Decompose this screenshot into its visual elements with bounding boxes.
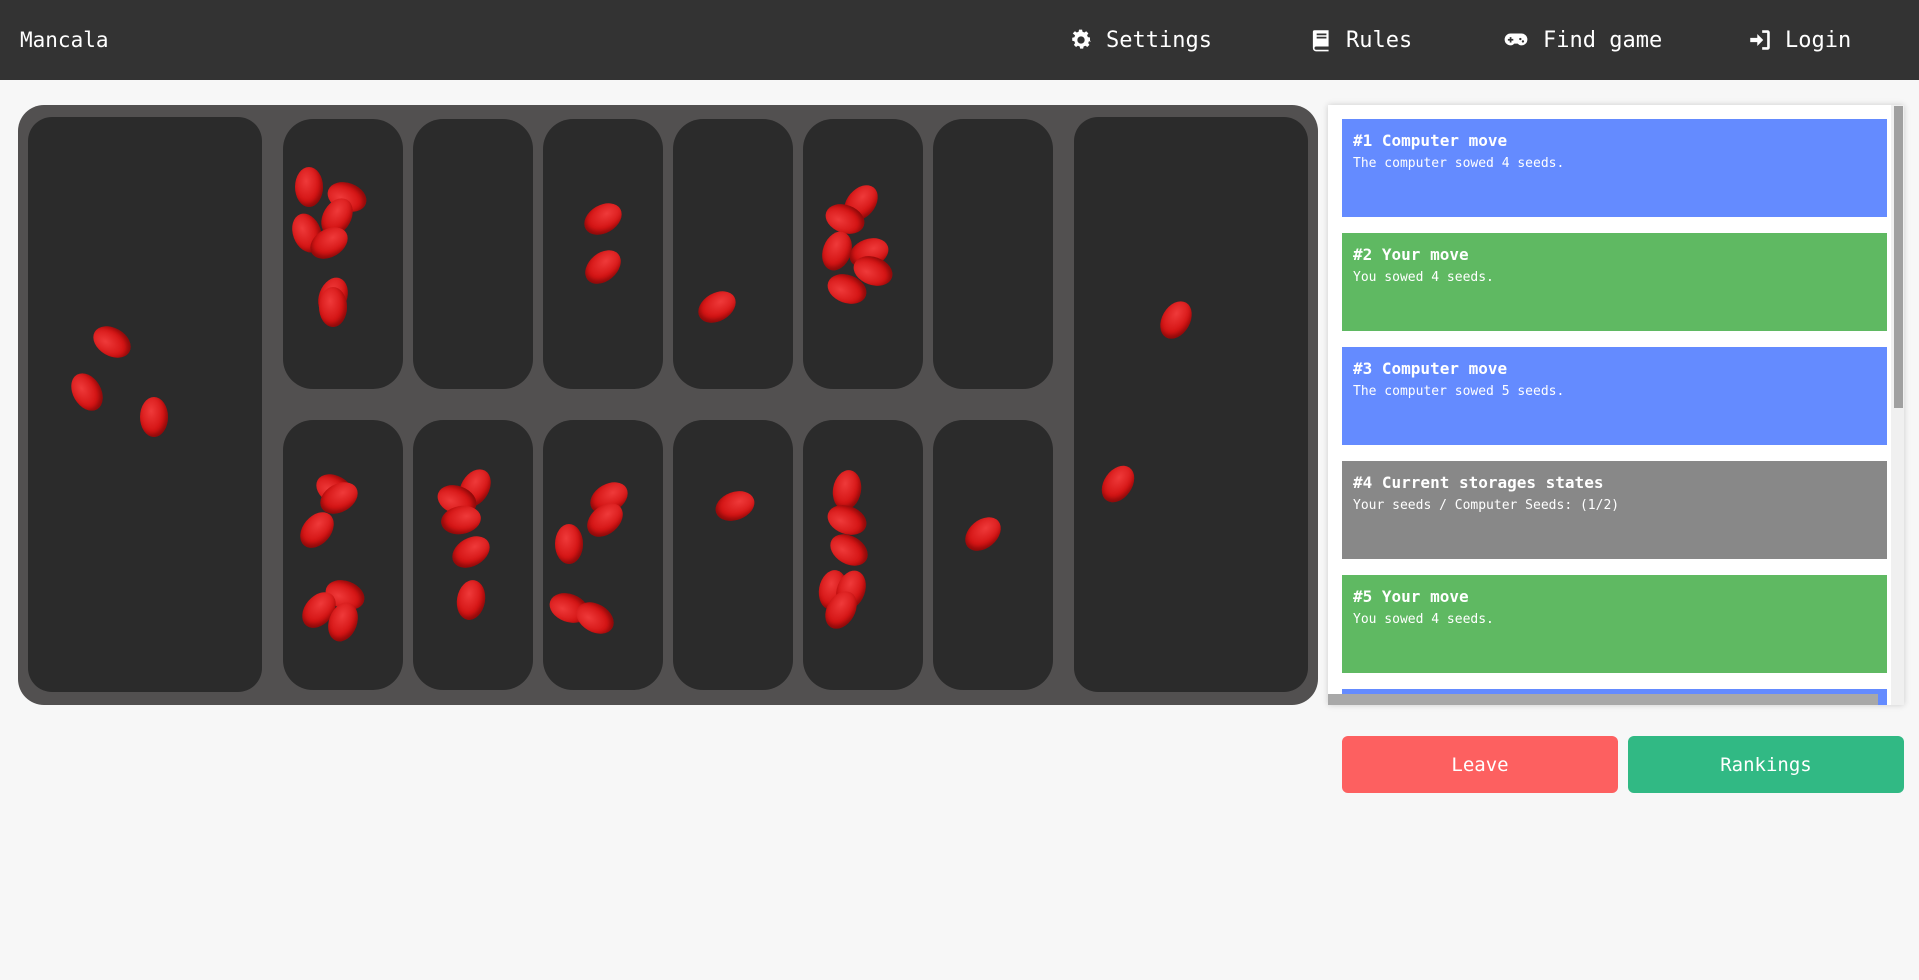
seed	[958, 510, 1008, 558]
nav-login-label: Login	[1785, 27, 1852, 53]
log-entry: #3 Computer move The computer sowed 5 se…	[1342, 347, 1887, 445]
pit-bottom-6[interactable]	[933, 420, 1053, 690]
log-entry-text: You sowed 4 seeds.	[1353, 270, 1494, 285]
pit-bottom-4[interactable]	[673, 420, 793, 690]
log-entry: #4 Current storages states Your seeds / …	[1342, 461, 1887, 559]
top-navbar: Mancala Settings Rules Find game Login	[0, 0, 1919, 80]
log-entry-title: #3 Computer move	[1353, 359, 1508, 378]
nav-rules-label: Rules	[1346, 27, 1413, 53]
seed	[578, 196, 628, 242]
rankings-button[interactable]: Rankings	[1628, 736, 1904, 793]
log-entry: #5 Your move You sowed 4 seeds.	[1342, 575, 1887, 673]
pit-top-5[interactable]	[803, 119, 923, 389]
move-log[interactable]: #1 Computer move The computer sowed 4 se…	[1328, 105, 1904, 705]
log-entry-text: The computer sowed 5 seeds.	[1353, 384, 1565, 399]
seed	[446, 529, 496, 575]
seed	[1153, 295, 1199, 345]
pit-top-3[interactable]	[543, 119, 663, 389]
pit-bottom-1[interactable]	[283, 420, 403, 690]
log-entry-title: #1 Computer move	[1353, 131, 1508, 150]
seed	[711, 486, 759, 526]
nav-rules[interactable]: Rules	[1308, 0, 1412, 80]
store-right[interactable]	[1074, 117, 1308, 692]
log-horizontal-scrollbar[interactable]	[1328, 694, 1878, 705]
app-brand[interactable]: Mancala	[20, 0, 109, 80]
nav-find-game-label: Find game	[1543, 27, 1663, 53]
pit-top-1[interactable]	[283, 119, 403, 389]
nav-find-game[interactable]: Find game	[1501, 0, 1662, 80]
log-entry-text: Your seeds / Computer Seeds: (1/2)	[1353, 498, 1620, 513]
seed	[453, 577, 489, 623]
mancala-board	[18, 105, 1318, 705]
pit-bottom-2[interactable]	[413, 420, 533, 690]
nav-settings[interactable]: Settings	[1068, 0, 1212, 80]
log-entry: #2 Your move You sowed 4 seeds.	[1342, 233, 1887, 331]
gear-icon	[1072, 29, 1092, 49]
seed	[1095, 459, 1141, 509]
log-vertical-scrollbar[interactable]	[1891, 105, 1904, 705]
seed	[578, 243, 628, 291]
seed	[64, 367, 110, 417]
pit-bottom-5[interactable]	[803, 420, 923, 690]
pit-top-6[interactable]	[933, 119, 1053, 389]
gamepad-icon	[1504, 33, 1528, 46]
seed	[824, 527, 874, 573]
log-entry-text: The computer sowed 4 seeds.	[1353, 156, 1565, 171]
log-entry-title: #4 Current storages states	[1353, 473, 1604, 492]
book-icon	[1312, 30, 1329, 52]
leave-button[interactable]: Leave	[1342, 736, 1618, 793]
seed	[319, 287, 347, 327]
pit-top-4[interactable]	[673, 119, 793, 389]
seed	[295, 167, 323, 207]
nav-settings-label: Settings	[1106, 27, 1212, 53]
log-entry: #1 Computer move The computer sowed 4 se…	[1342, 119, 1887, 217]
seed	[555, 524, 583, 564]
pit-top-2[interactable]	[413, 119, 533, 389]
sign-in-icon	[1750, 30, 1770, 50]
nav-login[interactable]: Login	[1747, 0, 1851, 80]
seed	[692, 284, 742, 330]
log-scroll-thumb[interactable]	[1894, 106, 1903, 408]
store-left[interactable]	[28, 117, 262, 692]
log-entry-text: You sowed 4 seeds.	[1353, 612, 1494, 627]
log-entry-title: #5 Your move	[1353, 587, 1469, 606]
log-entry-title: #2 Your move	[1353, 245, 1469, 264]
seed	[87, 319, 137, 365]
seed	[140, 397, 168, 437]
pit-bottom-3[interactable]	[543, 420, 663, 690]
